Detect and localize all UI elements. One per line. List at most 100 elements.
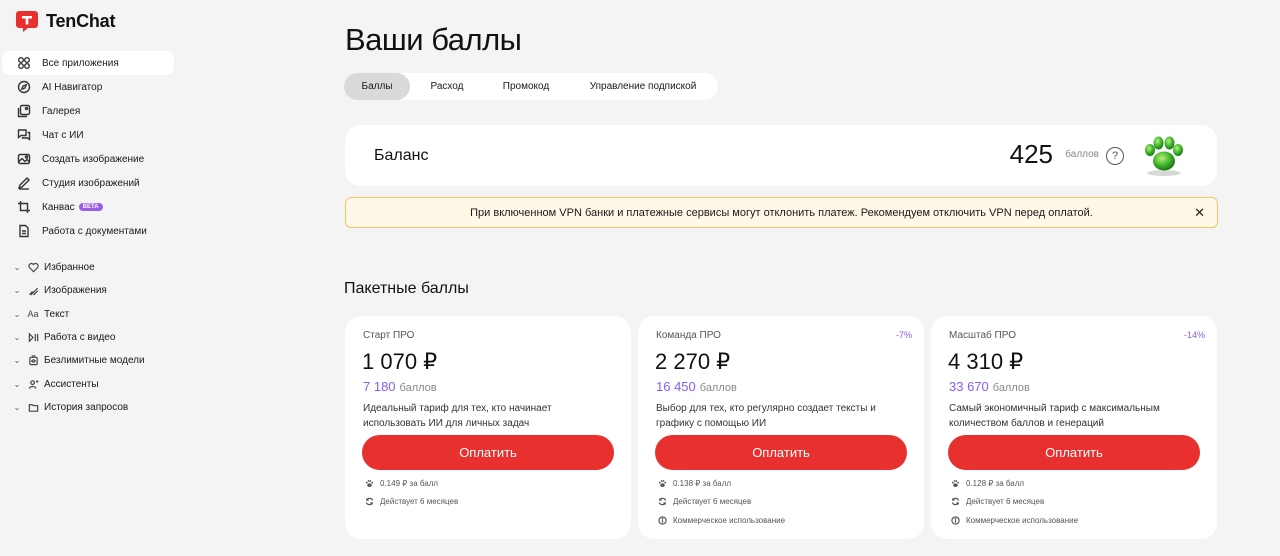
package-price: 1 070 ₽ xyxy=(362,349,438,374)
sidebar-item-label: Все приложения xyxy=(42,57,119,69)
sidebar-group-text[interactable]: ⌄ Aa Текст xyxy=(12,303,180,326)
vpn-warning-text: При включенном VPN банки и платежные сер… xyxy=(470,206,1093,219)
feature-label: 0.138 ₽ за балл xyxy=(673,478,732,488)
compass-icon xyxy=(16,79,32,95)
refresh-icon xyxy=(657,496,667,506)
sidebar-group-label: История запросов xyxy=(44,401,129,413)
app-logo[interactable]: TenChat xyxy=(14,8,115,34)
discount-badge: -14% xyxy=(1183,330,1205,340)
feature-label: 0.128 ₽ за балл xyxy=(966,478,1025,488)
feature-commercial-use: Коммерческое использование xyxy=(657,515,785,525)
package-points-unit: баллов xyxy=(992,382,1030,394)
sidebar-item-canvas[interactable]: Канвас BETA xyxy=(2,195,174,219)
sidebar-group-history[interactable]: ⌄ История запросов xyxy=(12,396,180,419)
package-points-unit: баллов xyxy=(399,382,437,394)
chat-icon xyxy=(16,127,32,143)
sidebar-group-video[interactable]: ⌄ Работа с видео xyxy=(12,326,180,349)
balance-card: Баланс 425 баллов ? xyxy=(345,125,1217,186)
sidebar-group-assistants[interactable]: ⌄ Ассистенты xyxy=(12,372,180,395)
image-plus-icon xyxy=(16,151,32,167)
close-icon[interactable]: ✕ xyxy=(1194,205,1205,221)
folder-icon xyxy=(26,400,40,414)
sidebar-group-label: Текст xyxy=(44,308,70,320)
package-points: 7 180 баллов xyxy=(363,379,437,394)
package-points-value: 33 670 xyxy=(949,379,989,394)
gallery-icon xyxy=(16,103,32,119)
package-points-value: 16 450 xyxy=(656,379,696,394)
info-circle-icon xyxy=(950,515,960,525)
feature-validity: Действует 6 месяцев xyxy=(950,496,1044,506)
feature-label: Коммерческое использование xyxy=(966,515,1079,525)
tab-promo-code[interactable]: Промокод xyxy=(484,73,568,100)
page-title: Ваши баллы xyxy=(345,22,522,57)
package-description: Выбор для тех, кто регулярно создает тек… xyxy=(656,403,876,429)
package-name: Масштаб ПРО xyxy=(949,330,1016,341)
sidebar-group-label: Ассистенты xyxy=(44,378,99,390)
package-description: Самый экономичный тариф с максимальным к… xyxy=(949,403,1160,429)
sidebar-item-image-studio[interactable]: Студия изображений xyxy=(2,171,174,195)
sidebar-item-label-text: Канвас xyxy=(42,201,75,213)
sidebar-item-all-apps[interactable]: Все приложения xyxy=(2,51,174,75)
balance-unit: баллов xyxy=(1065,149,1099,160)
package-card-start: Старт ПРО 1 070 ₽ 7 180 баллов Идеальный … xyxy=(345,316,631,539)
sidebar-group-favorites[interactable]: ⌄ Избранное xyxy=(12,256,180,279)
balance-value: 425 xyxy=(1009,139,1053,169)
sidebar-item-label: Чат с ИИ xyxy=(42,129,84,141)
heart-icon xyxy=(26,261,40,275)
tab-spending[interactable]: Расход xyxy=(410,73,484,100)
paw-icon xyxy=(1145,136,1183,176)
sidebar-group-images[interactable]: ⌄ Изображения xyxy=(12,279,180,302)
pay-button[interactable]: Оплатить xyxy=(948,435,1200,470)
document-icon xyxy=(16,223,32,239)
refresh-icon xyxy=(950,496,960,506)
beta-badge: BETA xyxy=(78,202,103,211)
sidebar: TenChat Все приложения AI Навигатор Гале… xyxy=(0,0,180,556)
sidebar-item-label: Создать изображение xyxy=(42,153,145,165)
package-name: Старт ПРО xyxy=(363,330,415,341)
package-description: Идеальный тариф для тех, кто начинает ис… xyxy=(363,403,552,429)
discount-badge: -7% xyxy=(895,330,912,340)
package-price: 4 310 ₽ xyxy=(948,349,1024,374)
help-icon[interactable]: ? xyxy=(1106,147,1124,165)
assistant-icon xyxy=(26,377,40,391)
sidebar-item-label: Канвас BETA xyxy=(42,202,103,213)
chevron-down-icon: ⌄ xyxy=(13,379,21,389)
sidebar-group-unlimited-models[interactable]: ⌄ Безлимитные модели xyxy=(12,349,180,372)
feature-label: Действует 6 месяцев xyxy=(966,496,1045,506)
sidebar-item-label: Студия изображений xyxy=(42,177,140,189)
packages-title: Пакетные баллы xyxy=(344,280,469,297)
tab-points[interactable]: Баллы xyxy=(344,73,410,100)
sidebar-item-create-image[interactable]: Создать изображение xyxy=(2,147,174,171)
sidebar-item-label: Работа с документами xyxy=(42,225,147,237)
feature-label: Действует 6 месяцев xyxy=(673,496,752,506)
package-card-scale: Масштаб ПРО -14% 4 310 ₽ 33 670 баллов Са… xyxy=(931,316,1217,539)
package-price: 2 270 ₽ xyxy=(655,349,731,374)
sidebar-item-ai-navigator[interactable]: AI Навигатор xyxy=(2,75,174,99)
infinity-icon xyxy=(26,354,40,368)
feature-validity: Действует 6 месяцев xyxy=(364,496,458,506)
sidebar-group-label: Избранное xyxy=(44,262,95,274)
sidebar-group-label: Изображения xyxy=(44,285,107,297)
feature-label: 0.149 ₽ за балл xyxy=(380,478,439,488)
package-points: 16 450 баллов xyxy=(656,379,737,394)
sidebar-item-chat-ai[interactable]: Чат с ИИ xyxy=(2,123,174,147)
pay-button[interactable]: Оплатить xyxy=(655,435,907,470)
paw-small-icon xyxy=(950,478,960,488)
tab-subscription-management[interactable]: Управление подпиской xyxy=(568,73,718,100)
refresh-icon xyxy=(364,496,374,506)
brush-icon xyxy=(26,284,40,298)
sidebar-group-label: Работа с видео xyxy=(44,332,116,344)
package-points-unit: баллов xyxy=(699,382,737,394)
sidebar-item-documents[interactable]: Работа с документами xyxy=(2,219,174,243)
grid-icon xyxy=(16,55,32,71)
sidebar-item-gallery[interactable]: Галерея xyxy=(2,99,174,123)
chevron-down-icon: ⌄ xyxy=(13,333,21,343)
pay-button[interactable]: Оплатить xyxy=(362,435,614,470)
package-points: 33 670 баллов xyxy=(949,379,1030,394)
tenchat-logo-icon xyxy=(16,11,38,32)
sidebar-nav: Все приложения AI Навигатор Галерея Чат … xyxy=(2,51,174,243)
chevron-down-icon: ⌄ xyxy=(13,309,21,319)
vpn-warning-banner: При включенном VPN банки и платежные сер… xyxy=(345,197,1218,228)
feature-commercial-use: Коммерческое использование xyxy=(950,515,1078,525)
chevron-down-icon: ⌄ xyxy=(13,263,21,273)
